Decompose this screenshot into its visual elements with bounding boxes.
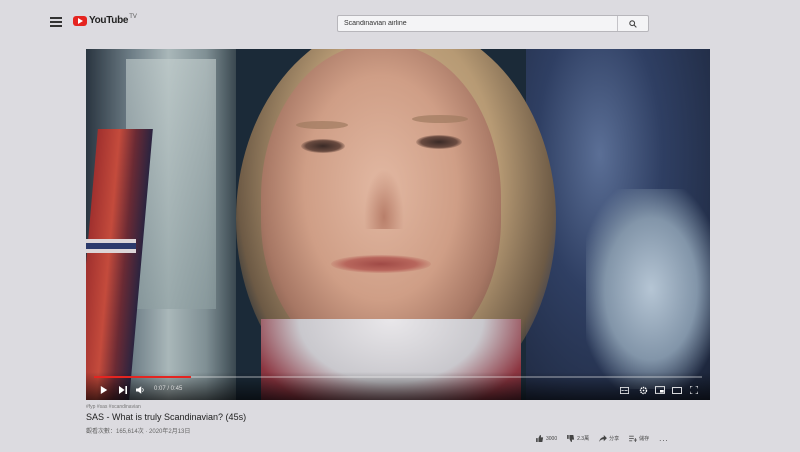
fullscreen-button[interactable] xyxy=(690,384,698,396)
menu-icon[interactable] xyxy=(50,17,62,27)
like-button[interactable]: 3000 xyxy=(536,435,557,442)
top-bar: YouTube TV xyxy=(0,0,800,46)
search-button[interactable] xyxy=(617,16,648,31)
save-button[interactable]: 儲存 xyxy=(629,435,649,442)
more-icon: ... xyxy=(659,434,669,443)
time-display: 0:07 / 0:45 xyxy=(154,386,183,392)
fullscreen-icon xyxy=(690,386,698,394)
search-input[interactable] xyxy=(338,16,608,31)
play-button[interactable] xyxy=(100,384,108,396)
share-icon xyxy=(599,435,607,442)
video-title: SAS - What is truly Scandinavian? (45s) xyxy=(86,412,247,422)
volume-button[interactable] xyxy=(136,384,145,396)
video-actions: 3000 2.3萬 分享 儲存 ... xyxy=(536,434,669,443)
next-icon xyxy=(119,386,127,394)
miniplayer-button[interactable] xyxy=(655,384,665,396)
thumbs-up-icon xyxy=(536,435,544,442)
progress-bar[interactable] xyxy=(94,376,702,378)
share-button[interactable]: 分享 xyxy=(599,435,619,442)
theater-icon xyxy=(672,386,682,394)
save-label: 儲存 xyxy=(639,436,650,442)
settings-button[interactable] xyxy=(639,384,648,396)
dislike-count: 2.3萬 xyxy=(577,436,590,442)
subtitles-icon xyxy=(620,386,629,394)
video-player[interactable]: 0:07 / 0:45 xyxy=(86,49,710,400)
save-playlist-icon xyxy=(629,435,637,442)
progress-fill xyxy=(94,376,192,378)
logo-suffix: TV xyxy=(129,13,137,20)
volume-icon xyxy=(136,386,144,394)
video-meta: #fyp #sas #scandinavian SAS - What is tr… xyxy=(86,404,710,435)
share-label: 分享 xyxy=(609,436,620,442)
dislike-button[interactable]: 2.3萬 xyxy=(567,435,589,442)
video-tags[interactable]: #fyp #sas #scandinavian xyxy=(86,404,710,410)
play-icon xyxy=(100,386,108,394)
more-actions-button[interactable]: ... xyxy=(659,434,669,443)
miniplayer-icon xyxy=(655,386,665,394)
search-box xyxy=(337,15,649,32)
next-button[interactable] xyxy=(119,384,127,396)
thumbs-down-icon xyxy=(567,435,575,442)
subtitles-button[interactable] xyxy=(620,384,629,396)
video-frame xyxy=(86,49,710,400)
like-count: 3000 xyxy=(546,435,558,442)
search-icon xyxy=(629,19,637,28)
player-controls: 0:07 / 0:45 xyxy=(86,372,710,400)
theater-button[interactable] xyxy=(672,384,682,396)
youtube-logo[interactable]: YouTube TV xyxy=(73,13,137,26)
gear-icon xyxy=(639,386,648,394)
logo-text: YouTube xyxy=(89,15,129,26)
play-logo-icon xyxy=(73,15,87,26)
